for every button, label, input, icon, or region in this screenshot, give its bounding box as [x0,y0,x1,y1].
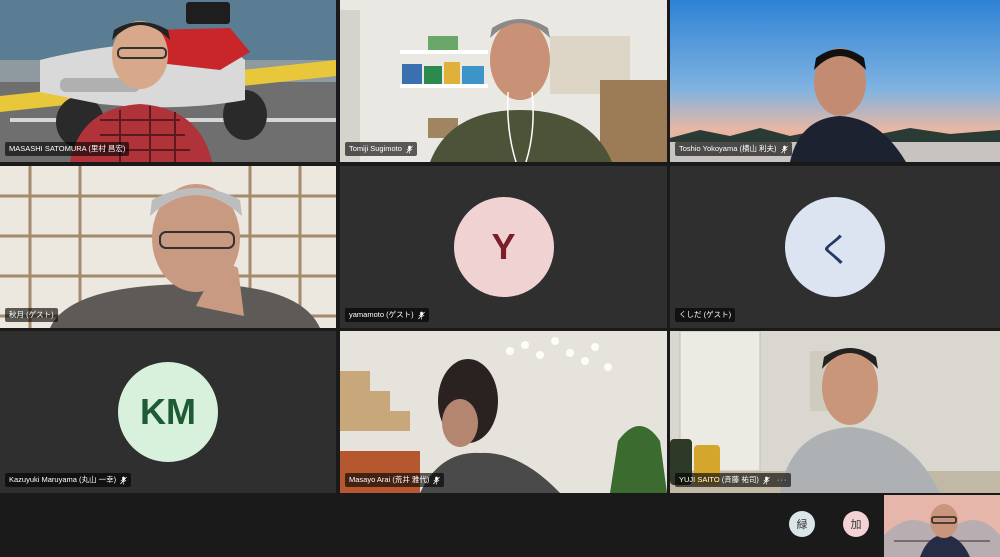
participant-chip[interactable]: 緑 [789,511,815,537]
participant-name: Toshio Yokoyama (横山 利夫) [679,144,777,153]
participant-chip[interactable]: 加 [843,511,869,537]
participant-video [670,331,1000,493]
participant-tile[interactable]: Tomiji Sugimoto [340,0,667,162]
participant-name-tag: yamamoto (ゲスト) [345,308,429,322]
participant-tile[interactable]: KM Kazuyuki Maruyama (丸山 一幸) [0,331,336,493]
participant-name-tag: 秋月 (ゲスト) [5,308,58,322]
participant-video [340,331,667,493]
participant-video [0,0,336,162]
mic-muted-icon [120,476,127,484]
mic-muted-icon [780,145,788,153]
participant-avatar: KM [118,362,218,462]
participant-name-tag: MASASHI SATOMURA (里村 昌宏) [5,142,130,156]
bottom-bar: 緑 加 [0,494,1000,557]
participant-avatar: Y [453,197,554,297]
participant-name: くしだ (ゲスト) [679,310,732,319]
avatar-initials: く [818,231,852,270]
participant-name-tag: Toshio Yokoyama (横山 利夫) [675,142,792,156]
participant-name-tag: Tomiji Sugimoto [345,142,417,156]
more-options-icon[interactable]: ··· [777,473,788,487]
participant-tile[interactable]: Masayo Arai (荒井 雅代) [340,331,667,493]
participant-tile[interactable]: MASASHI SATOMURA (里村 昌宏) [0,0,336,162]
participant-name-tag: くしだ (ゲスト) [675,308,736,322]
self-view-video[interactable] [884,495,1000,557]
participant-name-tag: Masayo Arai (荒井 雅代) [345,473,445,487]
participant-name: Kazuyuki Maruyama (丸山 一幸) [9,475,117,484]
participant-name: 秋月 (ゲスト) [9,310,54,319]
participant-name: MASASHI SATOMURA (里村 昌宏) [9,144,126,153]
participant-tile[interactable]: く くしだ (ゲスト) [670,166,1000,328]
participant-avatar: く [785,197,885,297]
participant-tile[interactable]: YUJI SAITO (斉藤 祐司) ··· [670,331,1000,493]
participant-video [0,166,336,328]
participant-chip-label: 加 [850,519,862,531]
mic-muted-icon [763,476,770,484]
participant-name-tag: Kazuyuki Maruyama (丸山 一幸) [5,473,132,487]
participant-name: yamamoto (ゲスト) [349,310,414,319]
participant-tile[interactable]: 秋月 (ゲスト) [0,166,336,328]
mic-muted-icon [433,476,441,484]
self-view-image [884,495,1000,557]
video-grid: MASASHI SATOMURA (里村 昌宏) Tomiji Sugimoto [0,0,1000,494]
participant-name: Tomiji Sugimoto [349,144,402,153]
avatar-initials: KM [140,391,196,432]
participant-name: YUJI SAITO (斉藤 祐司) [679,475,759,484]
participant-video [340,0,667,162]
participant-video [670,0,1000,162]
mic-muted-icon [406,145,413,153]
avatar-initials: Y [491,226,516,267]
participant-name: Masayo Arai (荒井 雅代) [349,475,430,484]
participant-tile[interactable]: Y yamamoto (ゲスト) [340,166,667,328]
mic-muted-icon [417,311,425,319]
participant-tile[interactable]: Toshio Yokoyama (横山 利夫) [670,0,1000,162]
participant-chip-label: 緑 [796,519,808,531]
participant-name-tag: YUJI SAITO (斉藤 祐司) ··· [675,473,792,487]
